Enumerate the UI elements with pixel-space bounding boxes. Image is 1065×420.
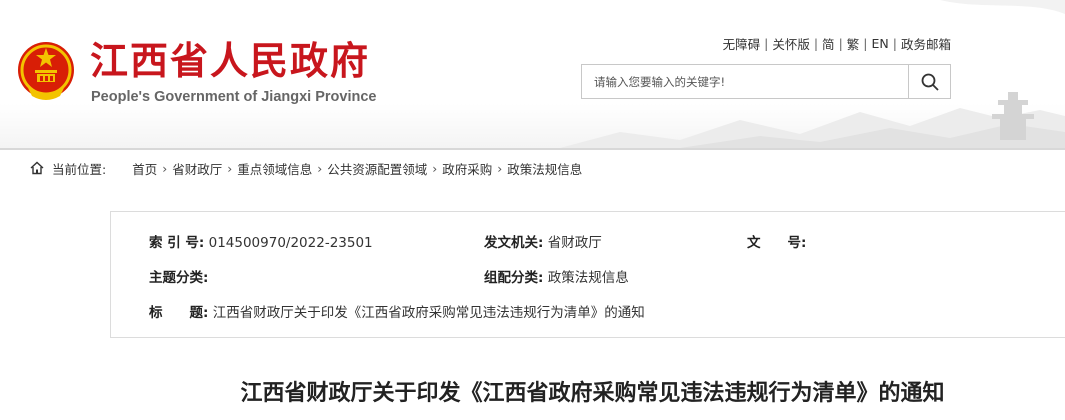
issuer-row: 发文机关: 省财政厅 [484, 231, 602, 251]
national-emblem-logo [18, 42, 74, 100]
title-value: 江西省财政厅关于印发《江西省政府采购常见违法违规行为清单》的通知 [212, 305, 645, 321]
gov-mailbox-link[interactable]: 政务邮箱 [901, 34, 951, 53]
document-info-table: 索 引 号: 014500970/2022-23501 发文机关: 省财政厅 文… [110, 211, 1065, 338]
english-link[interactable]: EN [872, 36, 889, 51]
title-row: 标 题: 江西省财政厅关于印发《江西省政府采购常见违法违规行为清单》的通知 [149, 301, 645, 321]
breadcrumb-separator: › [162, 160, 168, 176]
category-row: 组配分类: 政策法规信息 [484, 266, 629, 286]
breadcrumb-home[interactable]: 首页 [132, 159, 157, 178]
header-divider [0, 148, 1065, 150]
divider: | [838, 36, 843, 51]
title-label: 标 题: [149, 305, 209, 321]
search-input[interactable] [582, 65, 908, 98]
index-number-value: 014500970/2022-23501 [208, 235, 373, 251]
accessibility-link[interactable]: 无障碍 [723, 34, 761, 53]
divider: | [764, 36, 769, 51]
top-links: 无障碍 | 关怀版 | 简 | 繁 | EN | 政务邮箱 [723, 34, 951, 53]
category-value: 政策法规信息 [547, 270, 629, 286]
simplified-chinese-link[interactable]: 简 [822, 34, 835, 53]
breadcrumb-separator: › [497, 160, 503, 176]
divider: | [813, 36, 819, 51]
breadcrumb: 当前位置: 首页 › 省财政厅 › 重点领域信息 › 公共资源配置领域 › 政府… [30, 158, 582, 178]
article-title: 江西省财政厅关于印发《江西省政府采购常见违法违规行为清单》的通知 [240, 381, 945, 406]
document-number-row: 文 号: [747, 231, 806, 251]
breadcrumb-procurement[interactable]: 政府采购 [442, 159, 492, 178]
issuer-label: 发文机关: [484, 235, 544, 251]
divider: | [892, 36, 897, 51]
category-label: 组配分类: [484, 270, 544, 286]
breadcrumb-separator: › [227, 160, 233, 176]
issuer-value: 省财政厅 [547, 235, 602, 251]
topic-row: 主题分类: [149, 266, 208, 286]
care-mode-link[interactable]: 关怀版 [772, 34, 810, 53]
index-number-label: 索 引 号: [149, 235, 205, 251]
home-icon [30, 161, 44, 175]
topic-label: 主题分类: [149, 270, 209, 286]
breadcrumb-label: 当前位置: [52, 161, 107, 177]
breadcrumb-separator: › [317, 160, 323, 176]
site-header: 江西省人民政府 People's Government of Jiangxi P… [0, 0, 1065, 148]
traditional-chinese-link[interactable]: 繁 [847, 34, 860, 53]
search-button[interactable] [908, 65, 950, 98]
site-title[interactable]: 江西省人民政府 [90, 38, 370, 84]
divider: | [863, 36, 868, 51]
search-box [581, 64, 951, 99]
breadcrumb-key-areas[interactable]: 重点领域信息 [237, 159, 312, 178]
document-number-label: 文 号: [747, 235, 807, 251]
site-subtitle: People's Government of Jiangxi Province [91, 89, 377, 105]
breadcrumb-public-resources[interactable]: 公共资源配置领域 [327, 159, 427, 178]
breadcrumb-separator: › [432, 160, 438, 176]
search-icon [921, 73, 939, 91]
breadcrumb-finance-dept[interactable]: 省财政厅 [172, 159, 222, 178]
index-number-row: 索 引 号: 014500970/2022-23501 [149, 231, 373, 251]
breadcrumb-policy-info[interactable]: 政策法规信息 [507, 159, 582, 178]
